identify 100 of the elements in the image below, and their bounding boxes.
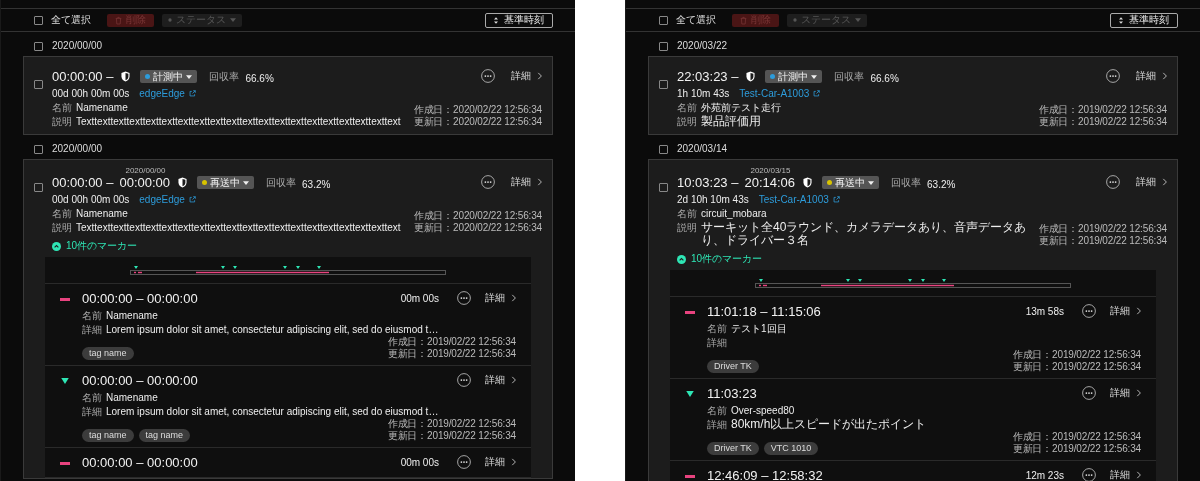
more-icon[interactable]: [457, 373, 471, 387]
detail-link[interactable]: 詳細: [1136, 175, 1167, 189]
name-label: 名前: [707, 322, 727, 335]
rate-label: 回収率: [891, 176, 922, 190]
rate-label: 回収率: [209, 70, 240, 84]
checkbox[interactable]: [659, 144, 668, 154]
created-date: 作成日：2019/02/22 12:56:34: [387, 336, 516, 348]
updated-date: 更新日：2019/02/22 12:56:34: [1012, 443, 1141, 455]
more-icon[interactable]: [1082, 386, 1096, 400]
detail-value: Lorem ipsum dolor sit amet, consectetur adipiscing elit, sed do eiusmod t…: [106, 405, 439, 418]
more-icon[interactable]: [1082, 304, 1096, 318]
detail-link[interactable]: 詳細: [485, 454, 516, 470]
checkbox[interactable]: [34, 41, 43, 51]
group-date: 2020/03/14: [677, 143, 728, 155]
start-time: 10:03:23 –: [677, 175, 739, 190]
marker-time: 00:00:00 – 00:00:00: [82, 455, 198, 471]
group-date: 2020/00/00: [52, 143, 103, 155]
caret-icon: [811, 74, 818, 79]
name-value: Namename: [106, 391, 158, 404]
name-value: Over-speed80: [731, 404, 795, 417]
device-link[interactable]: Test-Car-A1003: [758, 193, 840, 206]
name-label: 名前: [677, 101, 697, 114]
range-marker-icon: [685, 310, 695, 314]
rate-value: 63.2%: [927, 179, 956, 190]
chevron-right-icon: [537, 72, 542, 80]
markers-toggle[interactable]: 10件のマーカー: [24, 240, 138, 252]
shield-icon: [121, 71, 131, 82]
point-marker-icon: [61, 378, 69, 384]
detail-link[interactable]: 詳細: [1110, 385, 1141, 401]
checkbox[interactable]: [659, 80, 668, 89]
status-dropdown[interactable]: 再送中: [822, 176, 880, 189]
sort-button[interactable]: 基準時刻: [1110, 12, 1178, 28]
checkbox[interactable]: [34, 15, 43, 25]
updated-date: 更新日：2019/02/22 12:56:34: [1038, 235, 1167, 247]
checkbox[interactable]: [659, 15, 668, 25]
detail-link[interactable]: 詳細: [485, 372, 516, 388]
marker-time: 11:01:18 – 11:15:06: [707, 304, 821, 320]
detail-link[interactable]: 詳細: [485, 290, 516, 306]
markers-toggle[interactable]: 10件のマーカー: [649, 253, 763, 265]
checkbox[interactable]: [659, 41, 668, 51]
more-icon[interactable]: [481, 175, 495, 189]
created-date: 作成日：2019/02/22 12:56:34: [387, 418, 516, 430]
marker-duration: 12m 23s: [1025, 469, 1064, 481]
external-link-icon: [188, 196, 196, 203]
name-value: circuit_mobara: [701, 207, 767, 220]
end-date: 2020/03/15: [750, 166, 791, 175]
name-value: テスト1回目: [731, 322, 787, 335]
updated-date: 更新日：2019/02/22 12:56:34: [387, 348, 516, 360]
created-date: 作成日：2019/02/22 12:56:34: [1038, 223, 1167, 235]
tag: Driver TK: [707, 442, 759, 455]
more-icon[interactable]: [1082, 468, 1096, 481]
marker-time: 00:00:00 – 00:00:00: [82, 373, 198, 389]
more-icon[interactable]: [457, 455, 471, 469]
updated-date: 更新日：2019/02/22 12:56:34: [387, 430, 516, 442]
detail-link[interactable]: 詳細: [1110, 467, 1141, 481]
checkbox[interactable]: [34, 144, 43, 154]
external-link-icon: [832, 196, 840, 203]
duration: 00d 00h 00m 00s: [52, 193, 130, 206]
device-link[interactable]: edgeEdge: [139, 87, 196, 100]
detail-link[interactable]: 詳細: [511, 175, 542, 189]
range-marker-icon: [685, 474, 695, 478]
duration: 2d 10h 10m 43s: [677, 193, 749, 206]
more-icon[interactable]: [481, 69, 495, 83]
marker-duration: 00m 00s: [400, 292, 439, 306]
rate-label: 回収率: [834, 70, 865, 84]
rate-label: 回収率: [266, 176, 297, 190]
collapse-icon: [52, 241, 61, 251]
detail-link[interactable]: 詳細: [511, 69, 542, 83]
marker-time: 12:46:09 – 12:58:32: [707, 468, 823, 481]
checkbox[interactable]: [34, 80, 43, 89]
status-dropdown[interactable]: 計測中: [765, 70, 823, 83]
group-date: 2020/00/00: [52, 40, 103, 52]
status-dropdown[interactable]: 再送中: [197, 176, 255, 189]
rate-value: 63.2%: [302, 179, 331, 190]
name-label: 名前: [82, 309, 102, 322]
created-date: 作成日：2020/02/22 12:56:34: [413, 104, 542, 116]
more-icon[interactable]: [1106, 69, 1120, 83]
checkbox[interactable]: [34, 183, 43, 192]
status-dropdown[interactable]: 計測中: [140, 70, 198, 83]
trash-icon: [740, 15, 747, 25]
description-value: Texttexttexttexttexttexttexttexttexttexttexttexttexttexttexttexttexttexttexttext: [76, 221, 401, 234]
more-icon[interactable]: [1106, 175, 1120, 189]
updated-date: 更新日：2019/02/22 12:56:34: [1012, 361, 1141, 373]
caret-icon: [868, 180, 875, 185]
chevron-right-icon: [1136, 471, 1141, 479]
detail-link[interactable]: 詳細: [1136, 69, 1167, 83]
marker-duration: 13m 58s: [1025, 305, 1064, 319]
chevron-right-icon: [1162, 72, 1167, 80]
name-label: 名前: [52, 207, 72, 220]
dot-icon: [168, 18, 172, 22]
detail-label: 詳細: [707, 336, 727, 349]
more-icon[interactable]: [457, 291, 471, 305]
sort-button[interactable]: 基準時刻: [485, 12, 553, 28]
detail-label: 詳細: [82, 405, 102, 418]
detail-link[interactable]: 詳細: [1110, 303, 1141, 319]
checkbox[interactable]: [659, 183, 668, 192]
description-label: 説明: [52, 221, 72, 234]
device-link[interactable]: edgeEdge: [139, 193, 196, 206]
duration: 1h 10m 43s: [677, 87, 730, 100]
device-link[interactable]: Test-Car-A1003: [739, 87, 821, 100]
